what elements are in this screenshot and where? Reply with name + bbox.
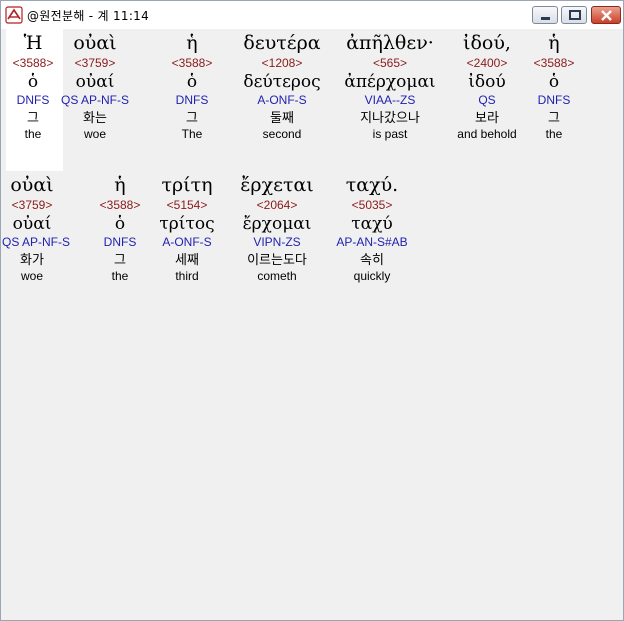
word-lemma: τρίτος [159,214,215,234]
minimize-icon [541,17,550,20]
title-bar[interactable]: @원전분해 - 계 11:14 [1,1,623,29]
word-strong: <565> [372,56,408,70]
word-greek: ἡ [114,174,126,196]
word-strong: <1208> [261,56,303,70]
word-english: the [24,127,42,141]
word-english: cometh [257,269,297,283]
word-morph: DNFS [103,235,137,249]
word-morph: AP-AN-S#AB [336,235,408,249]
maximize-icon [569,10,581,20]
word-greek: ἔρχεται [240,174,314,196]
word-korean: 그 [114,253,126,268]
word-greek: ἀπῆλθεν· [346,32,434,54]
word-morph: VIPN-ZS [253,235,301,249]
word-column[interactable]: ἡ <3588> ὁ DNFS 그 The [167,32,217,141]
word-strong: <3588> [12,56,54,70]
word-lemma: οὐαί [75,72,115,92]
word-greek: οὐαὶ [73,32,117,54]
word-english: quickly [353,269,391,283]
word-column[interactable]: Ἡ <3588> ὁ DNFS 그 the [5,32,61,141]
word-lemma: ὁ [186,72,198,92]
word-english: second [262,127,302,141]
word-korean: 속히 [360,253,384,268]
word-korean: 지나갔으나 [360,111,420,126]
word-morph: DNFS [175,93,209,107]
word-greek: ἡ [548,32,560,54]
word-column[interactable]: ἰδού, <2400> ἰδού QS 보라 and behold [452,32,522,141]
word-lemma: ταχύ [351,214,393,234]
word-english: the [111,269,129,283]
word-greek: δευτέρα [243,32,321,54]
word-english: and behold [457,127,517,141]
close-icon [601,10,612,21]
word-lemma: ὁ [27,72,39,92]
word-column[interactable]: ταχύ. <5035> ταχύ AP-AN-S#AB 속히 quickly [327,174,417,283]
word-korean: 그 [27,111,39,126]
word-korean: 그 [548,111,560,126]
word-lemma: ἔρχομαι [242,214,312,234]
word-greek: ταχύ. [345,174,399,196]
word-lemma: οὐαί [12,214,52,234]
word-column[interactable]: δευτέρα <1208> δεύτερος A-ONF-S 둘째 second [237,32,327,141]
word-strong: <5154> [166,198,208,212]
word-korean: 화가 [20,253,44,268]
word-morph: QS AP-NF-S [60,93,129,107]
word-strong: <3759> [11,198,53,212]
word-strong: <3759> [74,56,116,70]
word-korean: 그 [186,111,198,126]
word-korean: 보라 [475,111,499,126]
word-morph: VIAA--ZS [364,93,416,107]
word-english: is past [372,127,408,141]
word-column[interactable]: ἀπῆλθεν· <565> ἀπέρχομαι VIAA--ZS 지나갔으나 is pa… [340,32,440,141]
word-strong: <3588> [99,198,141,212]
word-strong: <3588> [533,56,575,70]
word-morph: DNFS [16,93,50,107]
word-korean: 이르는도다 [247,253,307,268]
word-english: The [181,127,203,141]
app-logo-icon [5,6,23,24]
word-lemma: ἰδού [468,72,506,92]
word-english: third [175,269,199,283]
maximize-button[interactable] [561,6,587,24]
word-strong: <3588> [171,56,213,70]
word-column[interactable]: οὐαὶ <3759> οὐαί QS AP-NF-S 화가 woe [2,174,71,283]
word-english: woe [20,269,43,283]
word-column[interactable]: οὐαὶ <3759> οὐαί QS AP-NF-S 화는 woe [60,32,130,141]
close-button[interactable] [591,6,621,24]
word-morph: DNFS [537,93,571,107]
word-column[interactable]: ἔρχεται <2064> ἔρχομαι VIPN-ZS 이르는도다 cometh [227,174,327,283]
word-korean: 세째 [175,253,199,268]
word-strong: <5035> [351,198,393,212]
word-column[interactable]: ἡ <3588> ὁ DNFS 그 the [529,32,579,141]
word-column[interactable]: τρίτη <5154> τρίτος A-ONF-S 세째 third [157,174,217,283]
word-strong: <2400> [466,56,508,70]
word-greek: ἡ [186,32,198,54]
word-english: the [545,127,563,141]
window-title: @원전분해 - 계 11:14 [27,9,150,23]
word-english: woe [83,127,106,141]
word-greek: Ἡ [23,32,43,54]
word-strong: <2064> [256,198,298,212]
word-lemma: δεύτερος [243,72,321,92]
word-morph: QS [478,93,496,107]
word-morph: A-ONF-S [162,235,212,249]
word-korean: 화는 [83,111,107,126]
word-greek: τρίτη [161,174,213,196]
word-korean: 둘째 [270,111,294,126]
word-lemma: ὁ [548,72,560,92]
word-greek: ἰδού, [463,32,511,54]
app-window: @원전분해 - 계 11:14 Ἡ <3588> ὁ DNFS 그 the οὐαὶ <375… [0,0,624,621]
minimize-button[interactable] [532,6,558,24]
word-morph: QS AP-NF-S [2,235,71,249]
word-lemma: ἀπέρχομαι [344,72,436,92]
word-lemma: ὁ [114,214,126,234]
word-morph: A-ONF-S [257,93,307,107]
word-column[interactable]: ἡ <3588> ὁ DNFS 그 the [95,174,145,283]
word-greek: οὐαὶ [10,174,54,196]
